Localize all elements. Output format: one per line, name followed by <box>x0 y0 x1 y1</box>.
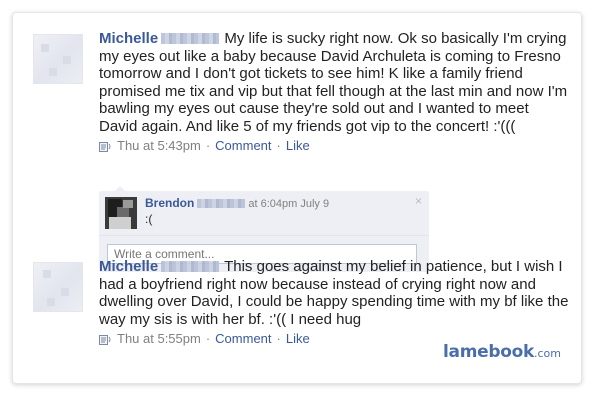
comment-item: Brendon at 6:04pm July 9 :( × <box>99 191 429 236</box>
logo-brand: lamebook <box>443 342 534 362</box>
redacted-surname <box>197 199 246 208</box>
story-message: Michelle This goes against my belief in … <box>99 258 569 328</box>
comment-time: at 6:04pm July 9 <box>248 198 330 210</box>
redacted-surname <box>161 261 220 272</box>
story-content: Michelle My life is sucky right now. Ok … <box>99 30 569 154</box>
story-content: Michelle This goes against my belief in … <box>99 258 569 347</box>
redacted-surname <box>161 33 220 44</box>
feed-icon <box>99 141 111 152</box>
comment-body: Brendon at 6:04pm July 9 :( <box>145 196 329 227</box>
post-meta: Thu at 5:43pm · Comment · Like <box>99 138 569 154</box>
like-link[interactable]: Like <box>286 138 310 154</box>
commenter-avatar[interactable] <box>105 197 137 229</box>
post-text: My life is sucky right now. Ok so basica… <box>99 30 568 135</box>
story-message: Michelle My life is sucky right now. Ok … <box>99 30 569 135</box>
author-name[interactable]: Michelle <box>99 30 158 47</box>
post-time[interactable]: Thu at 5:55pm <box>117 331 201 347</box>
avatar[interactable] <box>33 34 83 84</box>
avatar[interactable] <box>33 262 83 312</box>
comment-link[interactable]: Comment <box>215 138 271 154</box>
comment-link[interactable]: Comment <box>215 331 271 347</box>
lamebook-logo: lamebook.com <box>443 342 561 362</box>
logo-suffix: .com <box>534 347 561 360</box>
author-name[interactable]: Michelle <box>99 258 158 275</box>
post-time[interactable]: Thu at 5:43pm <box>117 138 201 154</box>
commenter-name[interactable]: Brendon <box>145 196 194 210</box>
like-link[interactable]: Like <box>286 331 310 347</box>
comment-text: :( <box>145 212 153 226</box>
feed-icon <box>99 334 111 345</box>
story-card: Michelle My life is sucky right now. Ok … <box>12 12 582 384</box>
close-icon[interactable]: × <box>415 194 422 208</box>
